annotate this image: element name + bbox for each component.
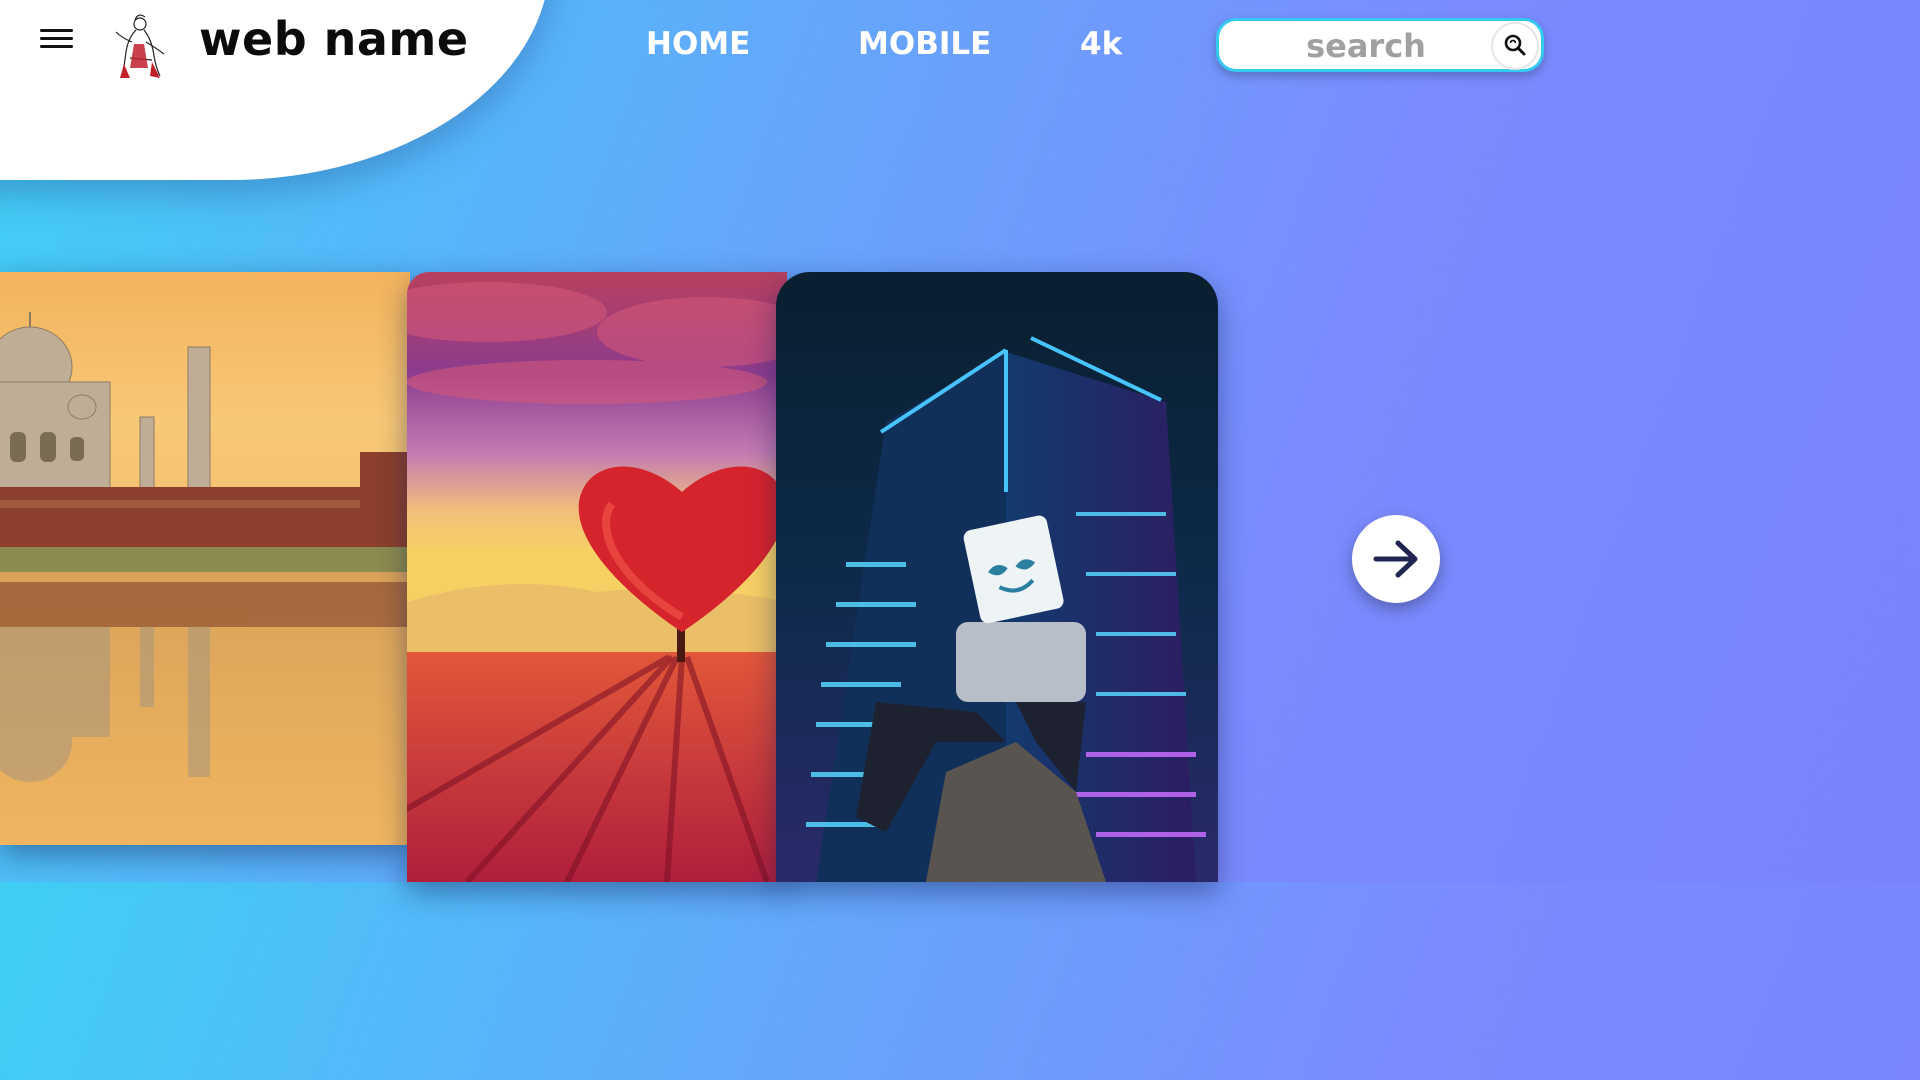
taj-mahal-image (0, 272, 410, 845)
magnifier-icon (1504, 34, 1526, 56)
illustrated-figure-logo[interactable] (108, 8, 170, 80)
site-name[interactable]: web name (199, 12, 469, 66)
hamburger-menu-icon[interactable] (40, 29, 73, 51)
search-input[interactable] (1229, 25, 1503, 67)
nav-home-link[interactable]: HOME (646, 26, 750, 62)
arrow-right-icon (1373, 540, 1418, 578)
wallpaper-card-taj-mahal[interactable] (0, 272, 410, 845)
search-box (1216, 18, 1544, 72)
heart-tree-image (407, 272, 787, 882)
nav-4k-link[interactable]: 4k (1080, 26, 1122, 62)
wallpaper-card-heart-tree[interactable] (407, 272, 787, 882)
wallpaper-card-neon-city[interactable] (776, 272, 1218, 882)
search-button[interactable] (1491, 22, 1539, 70)
nav-mobile-link[interactable]: MOBILE (858, 26, 991, 62)
next-slide-button[interactable] (1352, 515, 1440, 603)
neon-city-image (776, 272, 1218, 882)
